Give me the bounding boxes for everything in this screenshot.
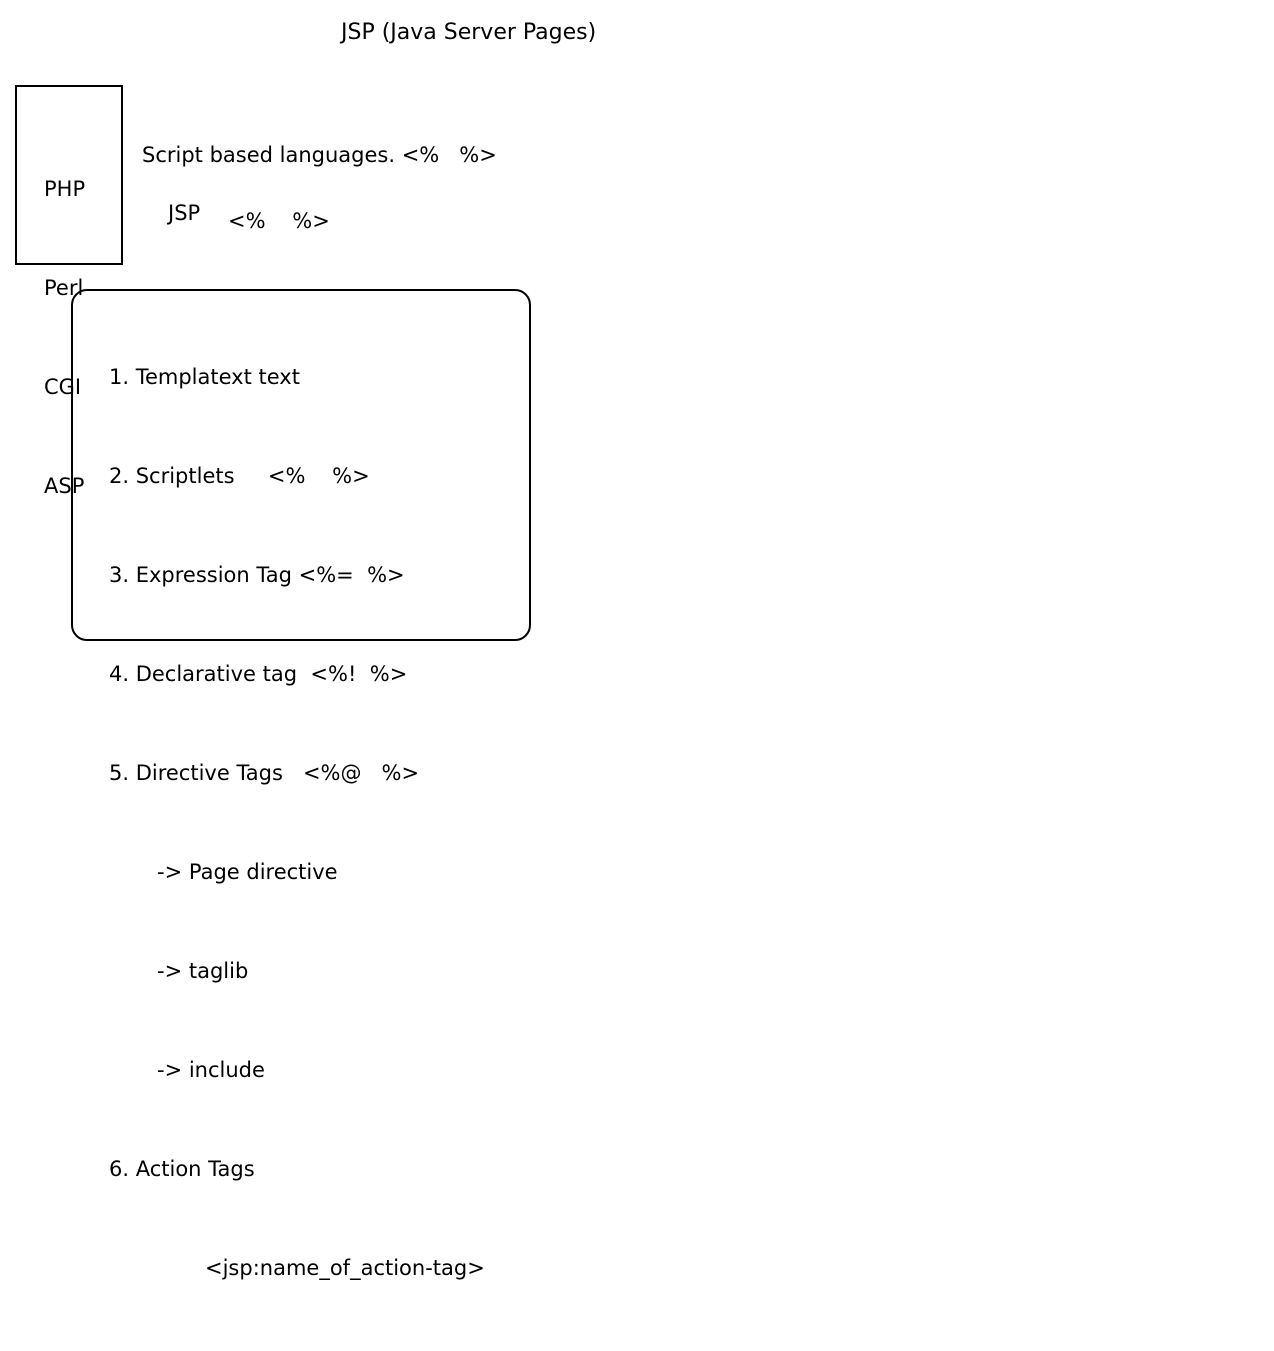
element-action-tags: 6. Action Tags: [109, 1157, 255, 1181]
diagram-title: JSP (Java Server Pages): [341, 20, 597, 45]
action-tag-syntax: <jsp:name_of_action-tag>: [205, 1256, 485, 1280]
language-php: PHP: [44, 177, 86, 201]
jsp-label: JSP: [168, 201, 201, 225]
directive-include: -> include: [157, 1058, 265, 1082]
element-directive-tags: 5. Directive Tags <%@ %>: [109, 761, 420, 785]
jsp-elements-list: 1. Templatext text 2. Scriptlets <% %> 3…: [109, 295, 485, 1351]
script-based-languages-label: Script based languages. <% %>: [142, 143, 497, 167]
element-expression-tag: 3. Expression Tag <%= %>: [109, 563, 405, 587]
jsp-elements-box: 1. Templatext text 2. Scriptlets <% %> 3…: [71, 289, 531, 1280]
element-scriptlets: 2. Scriptlets <% %>: [109, 464, 370, 488]
jsp-scriptlet-tag: <% %>: [228, 209, 330, 233]
element-template-text: 1. Templatext text: [109, 365, 300, 389]
element-declarative-tag: 4. Declarative tag <%! %>: [109, 662, 408, 686]
directive-taglib: -> taglib: [157, 959, 249, 983]
directive-page: -> Page directive: [157, 860, 338, 884]
script-languages-box: PHP Perl CGI ASP: [15, 85, 123, 498]
